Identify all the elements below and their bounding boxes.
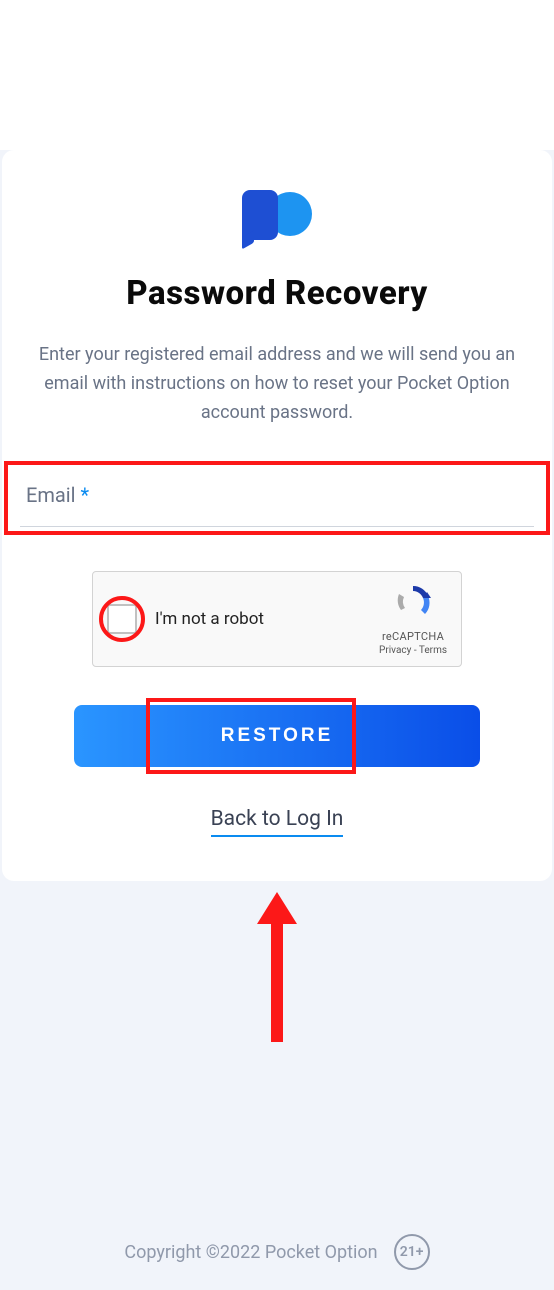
page-description: Enter your registered email address and … bbox=[20, 341, 534, 427]
recaptcha-terms-link[interactable]: Terms bbox=[419, 645, 447, 656]
page-title: Password Recovery bbox=[20, 274, 534, 313]
recaptcha-checkbox[interactable] bbox=[107, 604, 137, 634]
recaptcha-branding: reCAPTCHA Privacy - Terms bbox=[379, 582, 447, 656]
email-input[interactable] bbox=[20, 465, 534, 527]
pocket-option-logo-icon bbox=[242, 190, 312, 242]
annotation-arrow-icon bbox=[255, 892, 299, 1042]
email-field-container: Email * bbox=[20, 465, 534, 527]
recaptcha-widget: I'm not a robot reCAPTCHA Privacy - Term… bbox=[92, 571, 462, 667]
recaptcha-links: Privacy - Terms bbox=[379, 645, 447, 656]
top-bar bbox=[0, 0, 554, 60]
recaptcha-privacy-link[interactable]: Privacy bbox=[379, 645, 411, 656]
age-restriction-badge: 21+ bbox=[394, 1234, 430, 1270]
copyright-text: Copyright ©2022 Pocket Option bbox=[124, 1242, 377, 1263]
recaptcha-logo-icon bbox=[393, 582, 433, 622]
recovery-card: Password Recovery Enter your registered … bbox=[2, 150, 552, 881]
recaptcha-label: I'm not a robot bbox=[155, 609, 264, 629]
page-background: EN Password Recovery Enter your register… bbox=[0, 150, 554, 1290]
back-to-login-link[interactable]: Back to Log In bbox=[211, 807, 344, 837]
recaptcha-brand-text: reCAPTCHA bbox=[379, 630, 447, 643]
logo-container bbox=[20, 190, 534, 242]
restore-button-container: RESTORE bbox=[74, 705, 480, 767]
footer: Copyright ©2022 Pocket Option 21+ bbox=[0, 1234, 554, 1270]
back-link-container: Back to Log In bbox=[20, 807, 534, 831]
restore-button[interactable]: RESTORE bbox=[74, 705, 480, 767]
